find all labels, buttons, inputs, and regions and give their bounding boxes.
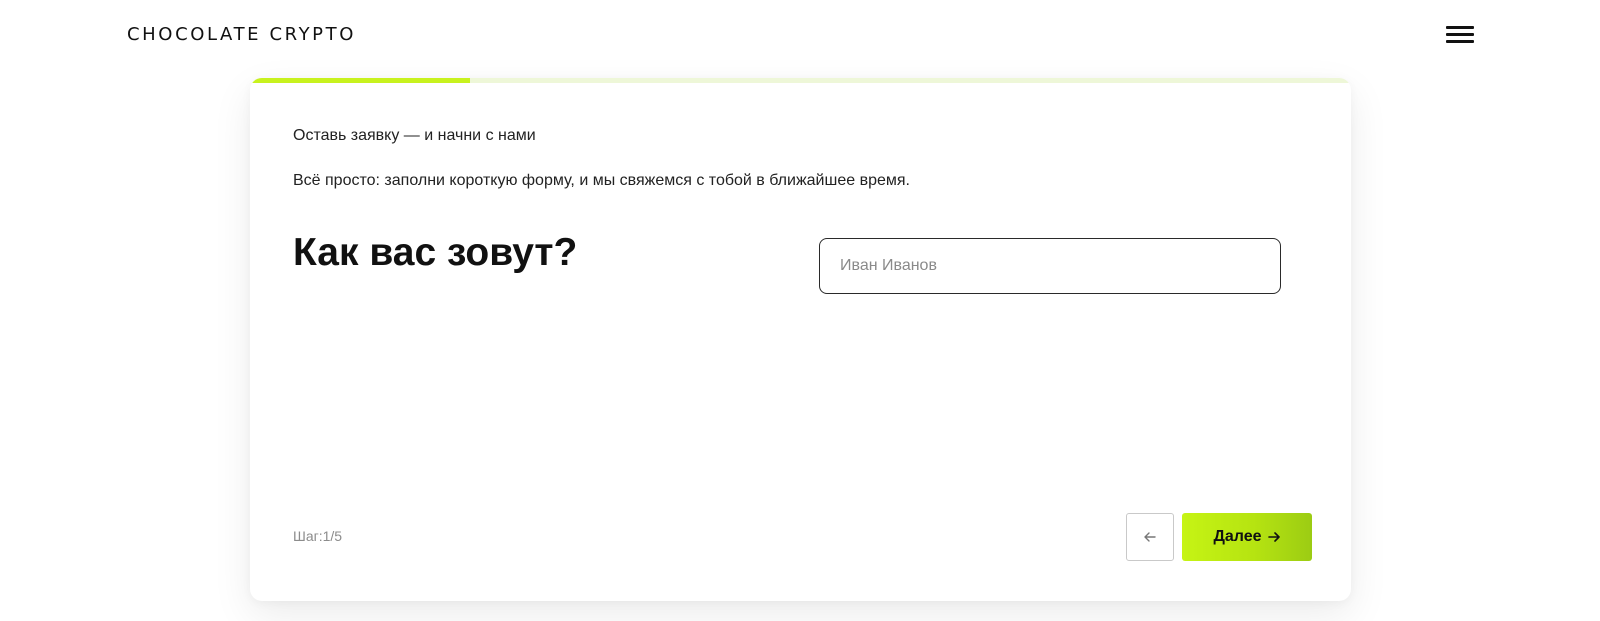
- top-bar: CHOCOLATE CRYPTO: [0, 0, 1600, 70]
- next-button-label: Далее: [1213, 528, 1262, 545]
- back-button[interactable]: [1126, 513, 1174, 561]
- logo[interactable]: CHOCOLATE CRYPTO: [127, 24, 356, 45]
- question-heading: Как вас зовут?: [293, 231, 578, 274]
- arrow-left-icon: [1144, 532, 1156, 542]
- step-counter: Шаг:1/5: [293, 528, 343, 544]
- menu-icon-line: [1446, 40, 1474, 43]
- arrow-right-icon: [1267, 532, 1280, 542]
- intro-title: Оставь заявку — и начни с нами: [293, 127, 536, 144]
- next-button[interactable]: Далее: [1182, 513, 1312, 561]
- application-form-card: Оставь заявку — и начни с нами Всё прост…: [250, 78, 1351, 601]
- progress-bar: [250, 78, 1351, 83]
- menu-icon-line: [1446, 26, 1474, 29]
- intro-text: Всё просто: заполни короткую форму, и мы…: [293, 172, 910, 189]
- menu-icon-line: [1446, 33, 1474, 36]
- progress-bar-fill: [250, 78, 471, 83]
- name-input[interactable]: [819, 238, 1281, 294]
- menu-button[interactable]: [1446, 24, 1474, 46]
